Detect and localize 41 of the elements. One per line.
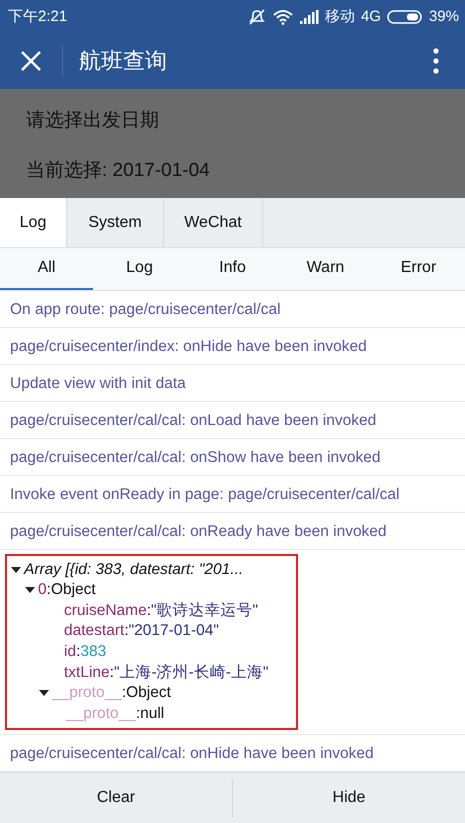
tree-entry: txtLine:"上海-济州-长崎-上海" [63,663,268,684]
battery-percent: 39% [428,8,459,26]
filter-tab[interactable]: Log [93,248,186,290]
filter-tab[interactable]: Warn [279,248,372,290]
log-entry: page/cruisecenter/cal/cal: onShow have been invoked [0,439,465,476]
console-button[interactable]: Hide [232,779,465,817]
page-title: 航班查询 [79,47,168,76]
console-tab[interactable]: Log [0,198,67,248]
log-entry: page/cruisecenter/index: onHide have been invoked [0,328,465,366]
signal-icon [298,10,319,24]
current-date: 当前选择: 2017-01-04 [26,159,211,184]
log-entry: On app route: page/cruisecenter/cal/cal [0,291,465,328]
expand-triangle-icon[interactable] [39,689,49,698]
expand-triangle-icon[interactable] [25,586,35,594]
tree-entry: datestart:"2017-01-04" [63,622,219,640]
more-button[interactable] [433,48,439,74]
filter-tab[interactable]: All [0,248,93,290]
more-icon [433,48,439,74]
tree-entry: id:383 [63,642,106,661]
tree-entry: cruiseName:"歌诗达幸运号" [63,601,258,622]
tree-summary[interactable]: Array [{id: 383, datestart: "201... [24,560,244,579]
log-entry: page/cruisecenter/cal/cal: onReady have been invoked [0,513,465,550]
log-entry: Invoke event onReady in page: page/cruisecenter/cal/cal [0,476,465,514]
tree-entry: __proto__:null [66,704,164,723]
mute-icon [246,8,267,25]
log-entry: page/cruisecenter/cal/cal: onLoad have been invoked [0,402,465,440]
date-prompt: 请选择出发日期 [26,109,160,134]
close-icon [20,50,42,72]
network-label: 4G [360,8,381,26]
tree-entry[interactable]: 0:Object [38,581,96,600]
expand-triangle-icon[interactable] [11,566,21,574]
status-time: 下午2:21 [8,7,68,26]
battery-icon [386,8,423,25]
wifi-icon [272,8,293,25]
filter-tab[interactable]: Error [372,248,465,290]
log-entry: Update view with init data [0,365,465,402]
tree-entry[interactable]: __proto__:Object [52,684,171,702]
carrier-label: 移动 [324,7,355,26]
filter-tab[interactable]: Info [186,248,279,290]
console-button[interactable]: Clear [0,773,232,823]
close-button[interactable] [20,50,42,72]
